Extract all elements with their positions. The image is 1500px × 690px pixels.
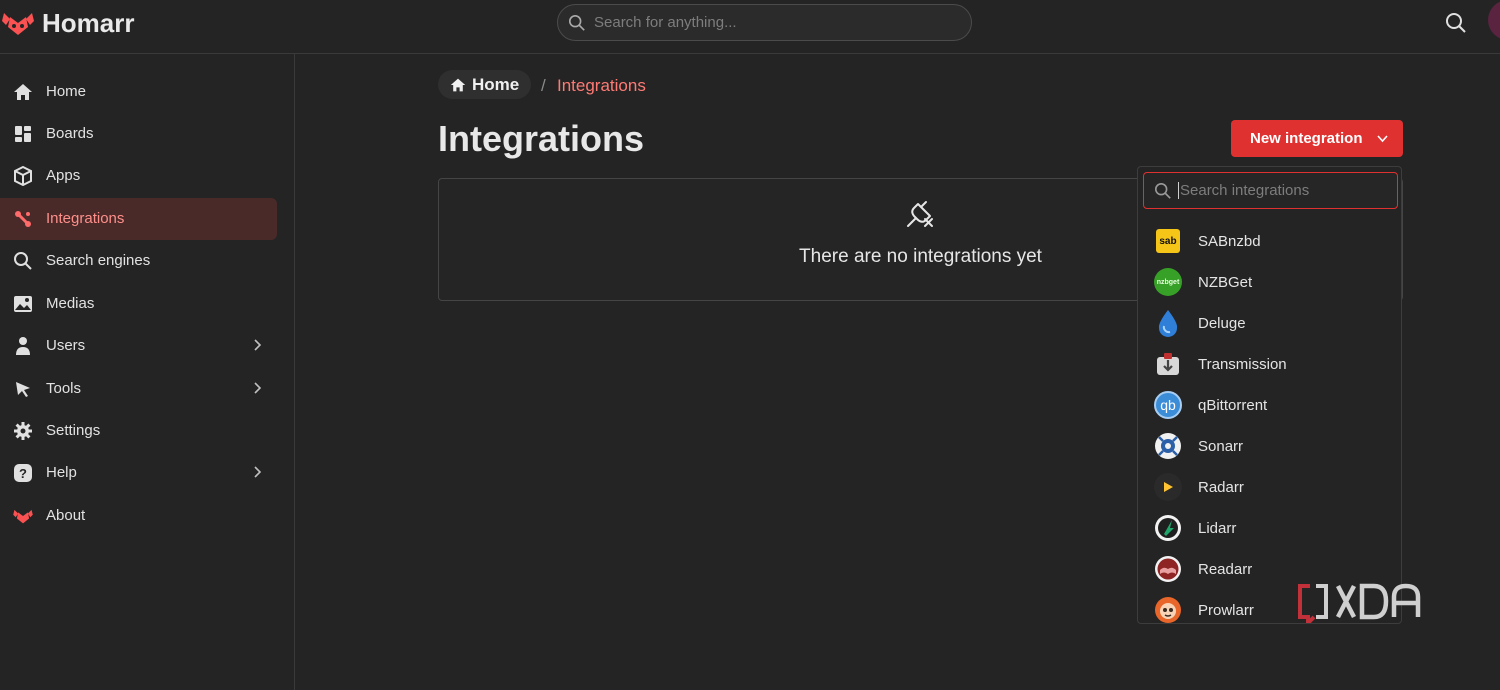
chevron-down-icon <box>1377 135 1388 143</box>
integration-option-sonarr[interactable]: Sonarr <box>1138 426 1401 467</box>
home-icon <box>12 82 34 102</box>
sidebar-item-help[interactable]: ? Help <box>0 452 277 494</box>
sidebar-item-apps[interactable]: Apps <box>0 155 277 197</box>
global-search-input[interactable] <box>594 14 954 31</box>
help-icon: ? <box>12 463 34 483</box>
search-icon <box>568 14 585 31</box>
image-icon <box>12 294 34 314</box>
sidebar-item-label: Search engines <box>46 252 151 269</box>
integration-option-label: Transmission <box>1198 356 1287 373</box>
sidebar-item-integrations[interactable]: Integrations <box>0 198 277 240</box>
sidebar-item-about[interactable]: About <box>0 495 277 537</box>
integration-search[interactable] <box>1143 172 1398 209</box>
user-avatar[interactable] <box>1488 0 1500 40</box>
integration-option-radarr[interactable]: Radarr <box>1138 467 1401 508</box>
integrations-icon <box>12 209 34 229</box>
integration-option-label: SABnzbd <box>1198 233 1261 250</box>
integration-option-label: Sonarr <box>1198 438 1244 455</box>
integration-option-label: Radarr <box>1198 479 1244 496</box>
box-icon <box>12 166 34 186</box>
gear-icon <box>12 421 34 441</box>
user-icon <box>12 336 34 356</box>
breadcrumb-current[interactable]: Integrations <box>557 76 646 96</box>
nzbget-icon: nzbget <box>1154 268 1182 296</box>
integration-dropdown: sab SABnzbd nzbget NZBGet Deluge Transmi… <box>1137 166 1402 624</box>
header-search-icon[interactable] <box>1444 11 1468 35</box>
sidebar-item-tools[interactable]: Tools <box>0 368 277 410</box>
lidarr-icon <box>1154 514 1182 542</box>
chevron-right-icon <box>254 382 262 394</box>
sidebar-item-label: Boards <box>46 125 94 142</box>
sidebar-item-label: Help <box>46 464 77 481</box>
integration-option-label: Deluge <box>1198 315 1246 332</box>
cursor-icon <box>12 379 34 399</box>
sidebar: Home Boards Apps Integrations Search eng… <box>0 54 295 690</box>
sidebar-item-label: Tools <box>46 380 82 397</box>
transmission-icon <box>1154 350 1182 378</box>
search-icon <box>12 251 34 271</box>
sidebar-item-search-engines[interactable]: Search engines <box>0 240 277 282</box>
new-integration-button[interactable]: New integration <box>1231 120 1403 157</box>
app-logo[interactable]: Homarr <box>0 6 134 40</box>
sidebar-item-medias[interactable]: Medias <box>0 283 277 325</box>
sonarr-icon <box>1154 432 1182 460</box>
integration-option-sabnzbd[interactable]: sab SABnzbd <box>1138 221 1401 262</box>
top-header: Homarr <box>0 0 1500 54</box>
sidebar-item-label: Settings <box>46 422 101 439</box>
sidebar-item-boards[interactable]: Boards <box>0 113 277 155</box>
integration-option-label: Prowlarr <box>1198 602 1254 619</box>
sidebar-item-settings[interactable]: Settings <box>0 410 277 452</box>
chevron-right-icon <box>254 466 262 478</box>
sidebar-item-label: Integrations <box>46 210 125 227</box>
radarr-icon <box>1154 473 1182 501</box>
sabnzbd-icon: sab <box>1156 229 1180 253</box>
integration-option-label: Lidarr <box>1198 520 1237 537</box>
integration-option-label: NZBGet <box>1198 274 1253 291</box>
breadcrumb-separator: / <box>541 76 546 95</box>
page-title: Integrations <box>438 118 645 159</box>
readarr-icon <box>1154 555 1182 583</box>
integration-option-lidarr[interactable]: Lidarr <box>1138 508 1401 549</box>
new-integration-label: New integration <box>1250 130 1363 147</box>
watermark-logo <box>1298 583 1421 623</box>
sidebar-item-label: About <box>46 507 86 524</box>
breadcrumb-home-label: Home <box>472 74 520 94</box>
integration-option-nzbget[interactable]: nzbget NZBGet <box>1138 262 1401 303</box>
prowlarr-icon <box>1154 596 1182 623</box>
app-name: Homarr <box>42 7 135 38</box>
integration-option-qbittorrent[interactable]: qb qBittorrent <box>1138 385 1401 426</box>
sidebar-item-users[interactable]: Users <box>0 325 277 367</box>
integration-search-input[interactable] <box>1178 182 1388 199</box>
home-icon <box>450 78 466 91</box>
sidebar-item-label: Medias <box>46 295 95 312</box>
qbittorrent-icon: qb <box>1154 391 1182 419</box>
plug-off-icon <box>907 201 933 227</box>
global-search[interactable] <box>557 4 972 41</box>
integration-option-label: Readarr <box>1198 561 1253 578</box>
boards-icon <box>12 124 34 144</box>
chevron-right-icon <box>254 339 262 351</box>
integration-option-transmission[interactable]: Transmission <box>1138 344 1401 385</box>
breadcrumb-home[interactable]: Home <box>438 70 531 99</box>
sidebar-item-label: Users <box>46 337 86 354</box>
search-icon <box>1154 182 1171 199</box>
homarr-logo-icon <box>12 506 34 526</box>
deluge-icon <box>1154 309 1182 337</box>
integration-option-deluge[interactable]: Deluge <box>1138 303 1401 344</box>
integration-option-label: qBittorrent <box>1198 397 1268 414</box>
svg-text:?: ? <box>19 466 27 481</box>
homarr-logo-icon <box>2 13 34 35</box>
sidebar-item-home[interactable]: Home <box>0 71 277 113</box>
sidebar-item-label: Home <box>46 83 87 100</box>
sidebar-item-label: Apps <box>46 167 81 184</box>
